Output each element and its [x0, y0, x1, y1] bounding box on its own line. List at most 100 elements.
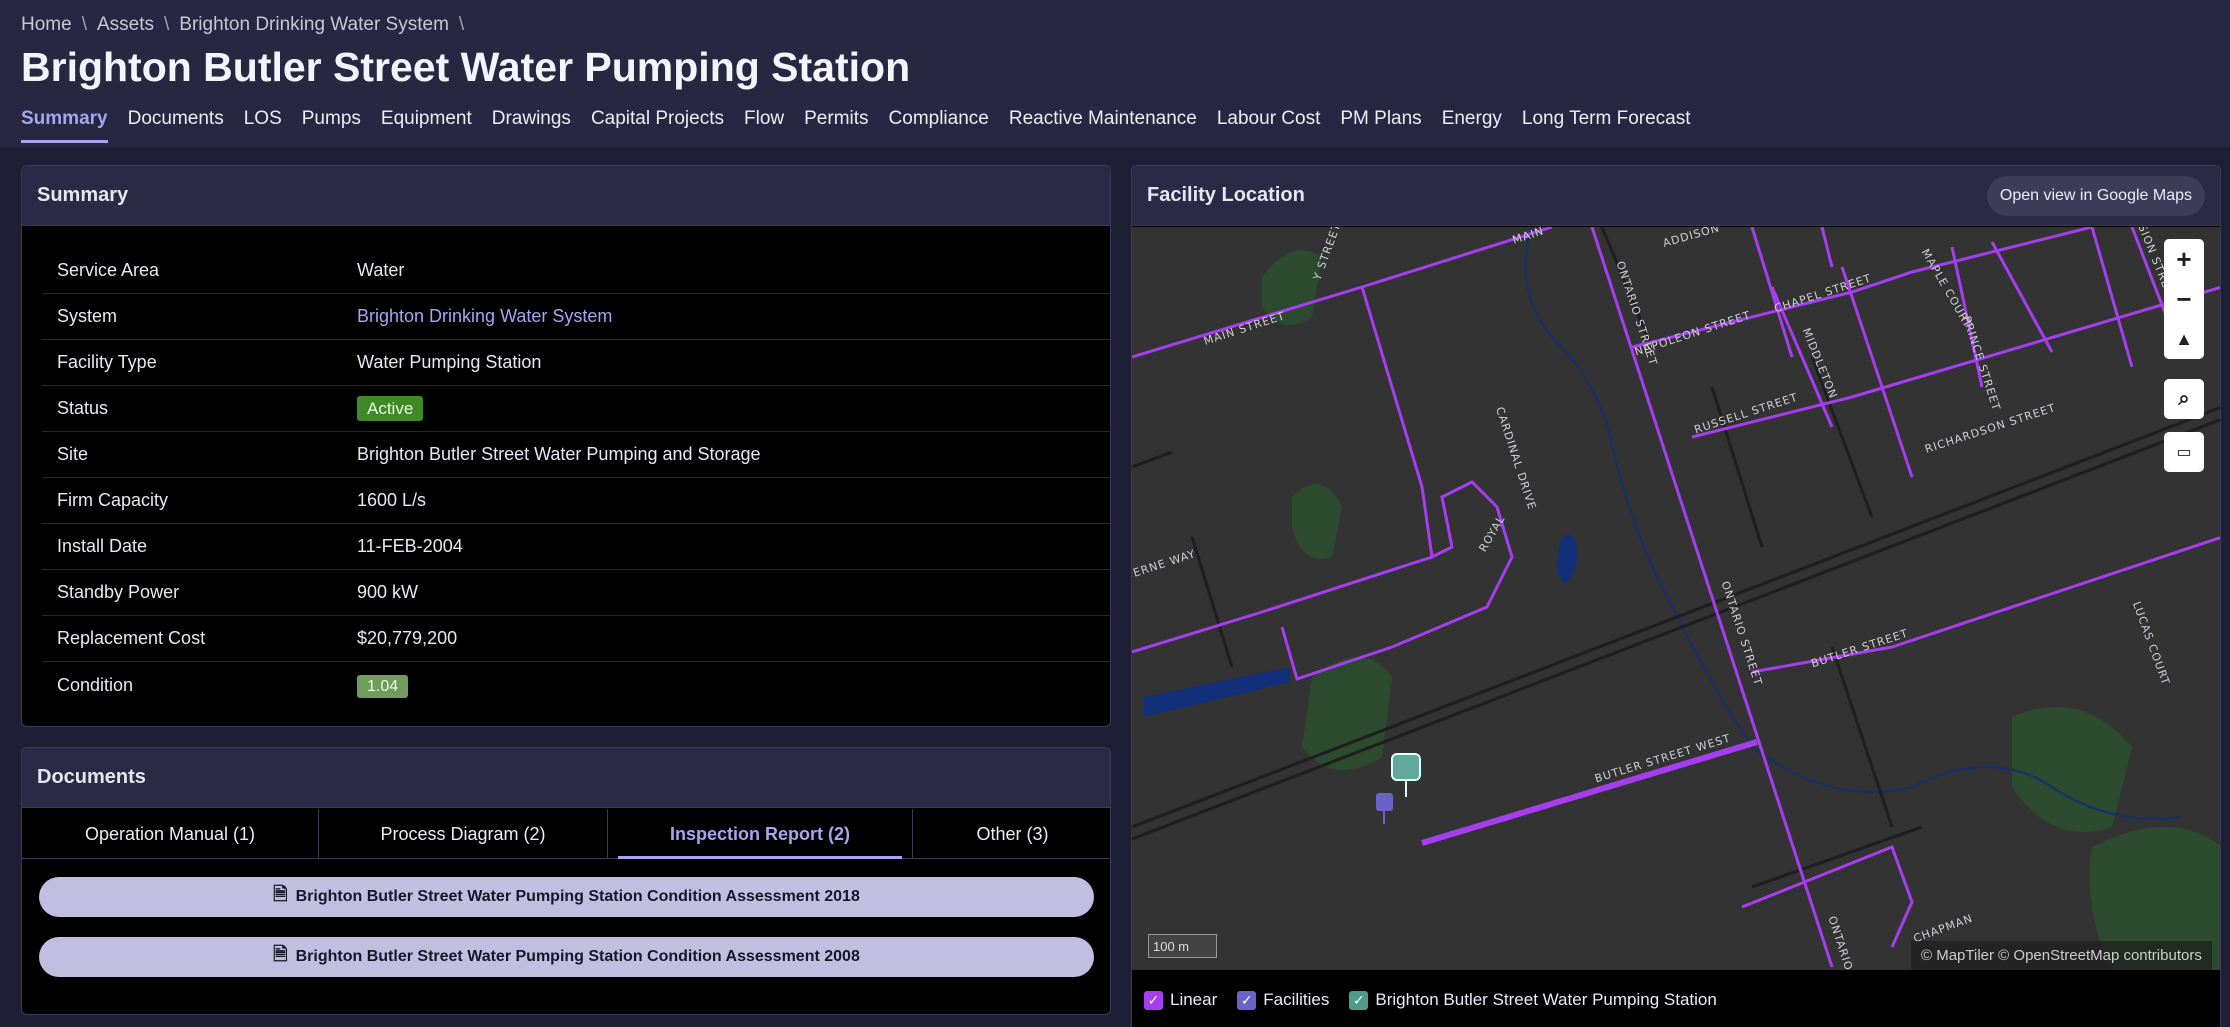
- summary-row: Site Brighton Butler Street Water Pumping…: [42, 432, 1110, 478]
- document-tab[interactable]: Operation Manual (1): [22, 809, 319, 859]
- tab-capital-projects[interactable]: Capital Projects: [591, 108, 724, 143]
- legend-item[interactable]: ✓ Linear: [1144, 990, 1217, 1010]
- tab-los[interactable]: LOS: [244, 108, 282, 143]
- tab-reactive-maintenance[interactable]: Reactive Maintenance: [1009, 108, 1197, 143]
- summary-row: Facility Type Water Pumping Station: [42, 340, 1110, 386]
- page-header: Home \ Assets \ Brighton Drinking Water …: [0, 0, 2230, 147]
- tab-long-term-forecast[interactable]: Long Term Forecast: [1522, 108, 1691, 143]
- summary-value: Active: [357, 396, 424, 421]
- zoom-controls: + − ▲: [2164, 239, 2204, 359]
- breadcrumb: Home \ Assets \ Brighton Drinking Water …: [21, 14, 464, 36]
- summary-row: Replacement Cost $20,779,200: [42, 616, 1110, 662]
- breadcrumb-assets[interactable]: Assets: [97, 14, 154, 36]
- station-marker: [1391, 753, 1421, 797]
- breadcrumb-separator: \: [458, 14, 465, 35]
- documents-heading: Documents: [22, 748, 1110, 808]
- map-attribution[interactable]: © MapTiler © OpenStreetMap contributors: [1911, 941, 2212, 970]
- tab-pumps[interactable]: Pumps: [302, 108, 361, 143]
- document-tab[interactable]: Process Diagram (2): [319, 809, 608, 859]
- legend-label: Facilities: [1263, 990, 1330, 1009]
- legend-checkbox[interactable]: ✓: [1349, 990, 1369, 1010]
- summary-value: Brighton Butler Street Water Pumping and…: [357, 444, 761, 464]
- breadcrumb-home[interactable]: Home: [21, 14, 72, 36]
- summary-label: Standby Power: [57, 582, 180, 602]
- summary-row: Status Active: [42, 386, 1110, 432]
- summary-value: Water Pumping Station: [357, 352, 542, 372]
- summary-value: 1.04: [357, 674, 409, 698]
- facility-marker: [1376, 793, 1393, 824]
- summary-label: Firm Capacity: [57, 490, 169, 510]
- summary-label: Condition: [57, 674, 134, 695]
- document-button[interactable]: 🗎 Brighton Butler Street Water Pumping St…: [39, 937, 1094, 977]
- magnify-icon: ⌕: [2178, 387, 2190, 410]
- zoom-in-button[interactable]: +: [2164, 239, 2204, 279]
- summary-row: System Brighton Drinking Water System: [42, 294, 1110, 340]
- tab-compliance[interactable]: Compliance: [889, 108, 989, 143]
- summary-row: Install Date 11-FEB-2004: [42, 524, 1110, 570]
- compass-reset-button[interactable]: ▲: [2164, 319, 2204, 359]
- park-area: [1292, 484, 1342, 559]
- summary-label: Replacement Cost: [57, 628, 206, 648]
- summary-row: Service Area Water: [42, 248, 1110, 294]
- summary-label: Site: [57, 444, 89, 464]
- pond: [1144, 667, 1290, 717]
- map-heading: Facility Location Open view in Google Ma…: [1132, 166, 2220, 226]
- tab-permits[interactable]: Permits: [804, 108, 868, 143]
- breadcrumb-separator: \: [81, 14, 87, 35]
- legend-checkbox[interactable]: ✓: [1144, 990, 1163, 1010]
- tab-documents[interactable]: Documents: [128, 108, 224, 143]
- condition-badge: 1.04: [357, 674, 409, 698]
- zoom-out-button[interactable]: −: [2164, 279, 2204, 319]
- summary-row: Firm Capacity 1600 L/s: [42, 478, 1110, 524]
- legend-label: Linear: [1170, 990, 1218, 1009]
- document-button[interactable]: 🗎 Brighton Butler Street Water Pumping St…: [39, 877, 1094, 917]
- document-title: Brighton Butler Street Water Pumping Sta…: [295, 888, 860, 905]
- documents-tabs: Operation Manual (1) Process Diagram (2) I…: [22, 809, 1110, 859]
- summary-row: Standby Power 900 kW: [42, 570, 1110, 616]
- map-card: Facility Location Open view in Google Ma…: [1131, 165, 2221, 1027]
- butler-street-main: [1421, 739, 1758, 846]
- tab-pm-plans[interactable]: PM Plans: [1340, 108, 1421, 143]
- summary-value: 900 kW: [357, 582, 419, 602]
- summary-value: 11-FEB-2004: [357, 536, 463, 556]
- documents-card: Documents Operation Manual (1) Process Di…: [21, 747, 1111, 1015]
- system-link[interactable]: Brighton Drinking Water System: [357, 306, 612, 327]
- pond: [1557, 534, 1577, 583]
- tab-labour-cost[interactable]: Labour Cost: [1217, 108, 1321, 143]
- map-canvas[interactable]: MAIN STREET Y STREET MAIN ADDISON ONTARI…: [1132, 227, 2220, 970]
- summary-value: $20,779,200: [357, 628, 458, 648]
- map-title: Facility Location: [1147, 184, 1305, 206]
- tab-energy[interactable]: Energy: [1442, 108, 1502, 143]
- pdf-icon: 🗎: [273, 884, 288, 904]
- map-scale: 100 m: [1148, 934, 1217, 958]
- legend-item[interactable]: ✓ Facilities: [1237, 990, 1329, 1010]
- summary-label: System: [57, 306, 118, 326]
- summary-label: Status: [57, 398, 109, 418]
- summary-row: Condition 1.04: [42, 662, 1110, 708]
- legend-label: Brighton Butler Street Water Pumping Sta…: [1375, 990, 1717, 1009]
- tab-bar: Summary Documents LOS Pumps Equipment Drawing…: [21, 108, 1691, 143]
- summary-label: Install Date: [57, 536, 148, 556]
- document-title: Brighton Butler Street Water Pumping Sta…: [295, 948, 860, 965]
- map-legend: ✓ Linear ✓ Facilities ✓ Brighton Butler Stree…: [1132, 970, 2220, 1027]
- pdf-icon: 🗎: [273, 944, 288, 964]
- summary-value: Water: [357, 260, 405, 280]
- open-google-maps-button[interactable]: Open view in Google Maps: [1986, 176, 2205, 216]
- document-tab[interactable]: Inspection Report (2): [608, 809, 913, 859]
- status-badge: Active: [357, 396, 424, 421]
- document-tab[interactable]: Other (3): [913, 809, 1110, 859]
- summary-table: Service Area Water System Brighton Drinking…: [42, 248, 1110, 708]
- tab-drawings[interactable]: Drawings: [492, 108, 571, 143]
- legend-checkbox[interactable]: ✓: [1237, 990, 1257, 1010]
- breadcrumb-system[interactable]: Brighton Drinking Water System: [179, 14, 449, 36]
- breadcrumb-separator: \: [164, 14, 170, 35]
- legend-item[interactable]: ✓ Brighton Butler Street Water Pumping St…: [1349, 990, 1717, 1010]
- tab-summary[interactable]: Summary: [21, 108, 108, 143]
- measure-button[interactable]: ▭: [2164, 432, 2204, 472]
- ruler-icon: ▭: [2176, 444, 2192, 461]
- tab-flow[interactable]: Flow: [744, 108, 784, 143]
- summary-label: Facility Type: [57, 352, 157, 372]
- zoom-to-extent-button[interactable]: ⌕: [2164, 379, 2204, 419]
- tab-equipment[interactable]: Equipment: [381, 108, 472, 143]
- park-area: [2012, 707, 2132, 832]
